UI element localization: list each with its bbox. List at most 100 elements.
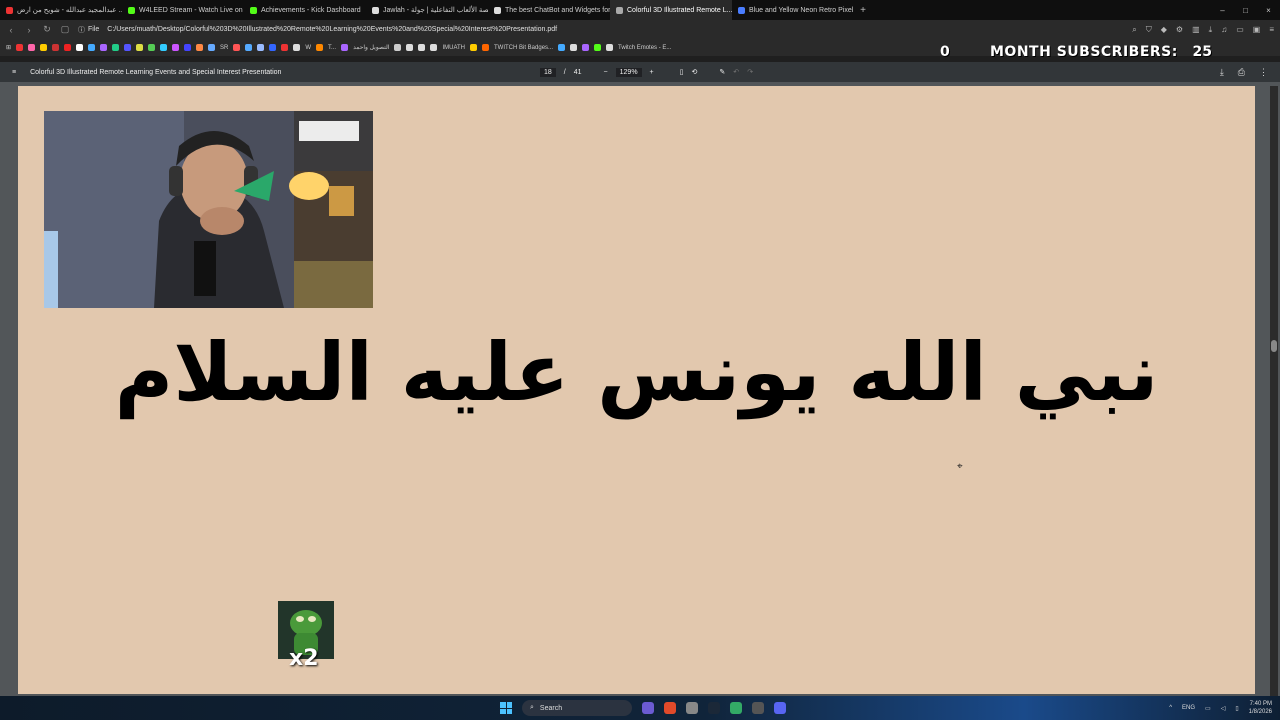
bookmark-icon[interactable] — [430, 44, 438, 51]
wallet-icon[interactable]: ▣ — [1253, 25, 1261, 35]
bookmark-icon[interactable] — [172, 44, 180, 51]
bookmark-icon[interactable] — [594, 44, 602, 51]
clock[interactable]: 7:40 PM 1/8/2026 — [1249, 700, 1272, 716]
bookmark-icon[interactable] — [76, 44, 84, 51]
bookmark-icon[interactable] — [281, 44, 289, 51]
brave-icon[interactable] — [664, 702, 676, 714]
zoom-out-button[interactable]: − — [604, 69, 608, 76]
browser-tab[interactable]: The best ChatBot and Widgets for K... — [488, 0, 610, 20]
bookmark-icon[interactable] — [100, 44, 108, 51]
bookmark-icon[interactable] — [257, 44, 265, 51]
bookmark-icon[interactable] — [418, 44, 426, 51]
app-icon-5[interactable] — [730, 702, 742, 714]
browser-tab[interactable]: Colorful 3D Illustrated Remote L...× — [610, 0, 732, 20]
annotate-icon[interactable]: ✎ — [719, 68, 725, 76]
sidebar-icon[interactable]: ▥ — [1192, 25, 1200, 35]
bookmark-icon[interactable] — [148, 44, 156, 51]
bookmark-icon[interactable] — [233, 44, 241, 51]
bookmark-label[interactable]: IMUATH — [442, 45, 465, 51]
bookmark-icon[interactable] — [558, 44, 566, 51]
battery-icon[interactable]: ▯ — [1235, 705, 1238, 712]
bookmark-label[interactable]: W — [305, 45, 311, 51]
apps-grid-icon[interactable]: ⊞ — [6, 44, 11, 51]
bookmark-icon[interactable] — [582, 44, 590, 51]
scrollbar-thumb[interactable] — [1271, 340, 1277, 352]
browser-tab[interactable]: Achievements - Kick Dashboard — [244, 0, 366, 20]
bookmark-label[interactable]: SR — [220, 45, 228, 51]
zoom-input[interactable]: 129% — [615, 67, 642, 77]
bookmark-icon[interactable] — [160, 44, 168, 51]
zoom-icon[interactable]: ⌕ — [1132, 25, 1136, 35]
browser-tab[interactable]: عبدالمجيد عبدالله - شويح من ارض ... — [0, 0, 122, 20]
app-icon-3[interactable] — [686, 702, 698, 714]
bookmark-icon[interactable] — [470, 44, 478, 51]
bookmark-icon[interactable] — [245, 44, 253, 51]
back-icon[interactable]: ‹ — [6, 25, 16, 35]
pdf-menu-icon[interactable]: ≡ — [12, 69, 16, 76]
bookmark-label[interactable]: Twitch Emotes - E... — [618, 45, 671, 51]
media-icon[interactable]: ♫ — [1221, 25, 1227, 35]
bookmark-icon[interactable] — [112, 44, 120, 51]
app-icon-6[interactable] — [752, 702, 764, 714]
new-tab-button[interactable]: + — [854, 5, 872, 16]
bookmark-icon[interactable] — [208, 44, 216, 51]
bookmark-icon[interactable] — [570, 44, 578, 51]
tray-chevron-icon[interactable]: ^ — [1169, 705, 1172, 711]
menu-icon[interactable]: ≡ — [1269, 25, 1274, 35]
redo-icon[interactable]: ↷ — [747, 68, 753, 76]
pdf-viewer[interactable]: نبي الله يونس عليه السلام x2 ⌖ — [0, 82, 1280, 696]
volume-icon[interactable]: ◁ — [1221, 705, 1226, 712]
bookmark-label[interactable]: التصويل واحمد — [353, 44, 389, 51]
bookmark-icon[interactable] — [16, 44, 24, 51]
shield-icon[interactable]: ⛉ — [1146, 25, 1152, 35]
site-info-chip[interactable]: ⓘ File — [78, 25, 99, 35]
bookmark-icon[interactable] — [136, 44, 144, 51]
browser-tab[interactable]: Blue and Yellow Neon Retro Pixel Art... — [732, 0, 854, 20]
extensions-icon[interactable]: ⚙ — [1176, 25, 1183, 35]
close-window-button[interactable]: × — [1257, 6, 1280, 15]
print-icon[interactable]: ⎙ — [1238, 67, 1245, 78]
rotate-icon[interactable]: ⟲ — [692, 68, 698, 76]
steam-icon[interactable] — [708, 702, 720, 714]
page-number-input[interactable]: 18 — [540, 67, 556, 77]
zoom-in-button[interactable]: + — [650, 69, 654, 76]
download-icon[interactable]: ⤓ — [1209, 25, 1213, 35]
network-icon[interactable]: ▭ — [1205, 705, 1211, 712]
download-icon[interactable]: ⤓ — [1220, 67, 1224, 78]
bookmark-icon[interactable]: ▢ — [60, 24, 70, 35]
discord-icon[interactable] — [774, 702, 786, 714]
forward-icon[interactable]: › — [24, 25, 34, 35]
start-icon[interactable] — [500, 702, 512, 714]
browser-tab[interactable]: Jawlah - منصة الألعاب التفاعلية | جولة — [366, 0, 488, 20]
bookmark-icon[interactable] — [394, 44, 402, 51]
bookmark-icon[interactable] — [124, 44, 132, 51]
more-options-icon[interactable]: ⋮ — [1259, 67, 1268, 78]
taskbar-search[interactable]: ⌕ Search — [522, 700, 632, 716]
bookmark-icon[interactable] — [269, 44, 277, 51]
vertical-scrollbar[interactable] — [1270, 86, 1278, 696]
bookmark-label[interactable]: TWITCH Bit Badges... — [494, 45, 553, 51]
browser-tab[interactable]: W4LEED Stream - Watch Live on ... — [122, 0, 244, 20]
url-field[interactable]: C:/Users/muath/Desktop/Colorful%203D%20I… — [107, 26, 557, 33]
bookmark-icon[interactable] — [88, 44, 96, 51]
bookmark-label[interactable]: T... — [328, 45, 336, 51]
language-indicator[interactable]: ENG — [1182, 705, 1195, 711]
bookmark-icon[interactable] — [52, 44, 60, 51]
bookmark-icon[interactable] — [406, 44, 414, 51]
minimize-button[interactable]: – — [1211, 6, 1234, 15]
app-icon-1[interactable] — [642, 702, 654, 714]
bookmark-icon[interactable] — [606, 44, 614, 51]
split-icon[interactable]: ▭ — [1236, 25, 1244, 35]
maximize-button[interactable]: □ — [1234, 6, 1257, 15]
bookmark-icon[interactable] — [40, 44, 48, 51]
extension-icon[interactable]: ◆ — [1161, 25, 1167, 35]
bookmark-icon[interactable] — [184, 44, 192, 51]
bookmark-icon[interactable] — [293, 44, 301, 51]
bookmark-icon[interactable] — [64, 44, 72, 51]
undo-icon[interactable]: ↶ — [733, 68, 739, 76]
fit-page-icon[interactable]: ▯ — [680, 68, 684, 76]
bookmark-icon[interactable] — [341, 44, 349, 51]
bookmark-icon[interactable] — [482, 44, 490, 51]
bookmark-icon[interactable] — [316, 44, 324, 51]
bookmark-icon[interactable] — [28, 44, 36, 51]
